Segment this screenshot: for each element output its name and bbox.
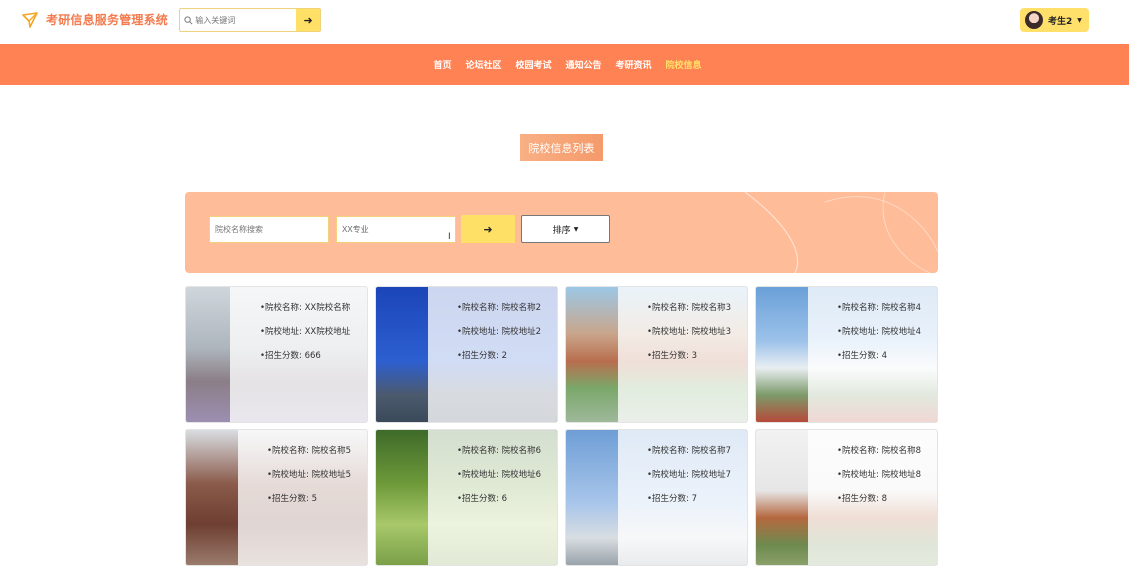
school-name: 院校名称: 院校名称7 xyxy=(647,439,731,463)
text-cursor-icon: I xyxy=(448,232,451,242)
school-info: 院校名称: XX院校名称 院校地址: XX院校地址 招生分数: 666 xyxy=(260,296,350,368)
school-card[interactable]: 院校名称: 院校名称3 院校地址: 院校地址3 招生分数: 3 xyxy=(565,286,748,423)
school-name: 院校名称: 院校名称2 xyxy=(457,296,541,320)
arrow-right-icon: ➜ xyxy=(303,14,313,27)
nav-item-exam[interactable]: 校园考试 xyxy=(515,58,551,71)
school-address: 院校地址: XX院校地址 xyxy=(260,320,350,344)
school-card[interactable]: 院校名称: 院校名称4 院校地址: 院校地址4 招生分数: 4 xyxy=(755,286,938,423)
school-score: 招生分数: 666 xyxy=(260,344,350,368)
header-search: ➜ xyxy=(179,8,321,32)
nav-item-forum[interactable]: 论坛社区 xyxy=(465,58,501,71)
school-score: 招生分数: 5 xyxy=(267,487,351,511)
main-nav: 首页 论坛社区 校园考试 通知公告 考研资讯 院校信息 xyxy=(0,44,1129,85)
nav-item-news[interactable]: 考研资讯 xyxy=(616,58,652,71)
nav-item-home[interactable]: 首页 xyxy=(433,58,451,71)
sort-label: 排序 xyxy=(552,225,571,236)
school-score: 招生分数: 6 xyxy=(457,487,541,511)
school-address: 院校地址: 院校地址6 xyxy=(457,463,541,487)
school-info: 院校名称: 院校名称7 院校地址: 院校地址7 招生分数: 7 xyxy=(647,439,731,511)
paper-plane-icon xyxy=(22,11,38,28)
school-name: 院校名称: 院校名称5 xyxy=(267,439,351,463)
filter-search-button[interactable]: ➜ xyxy=(461,215,515,243)
school-score: 招生分数: 4 xyxy=(837,344,921,368)
school-name: 院校名称: 院校名称4 xyxy=(837,296,921,320)
school-card[interactable]: 院校名称: 院校名称7 院校地址: 院校地址7 招生分数: 7 xyxy=(565,429,748,566)
school-address: 院校地址: 院校地址3 xyxy=(647,320,731,344)
school-info: 院校名称: 院校名称8 院校地址: 院校地址8 招生分数: 8 xyxy=(837,439,921,511)
user-name: 考生2 xyxy=(1048,16,1073,27)
school-name: 院校名称: XX院校名称 xyxy=(260,296,350,320)
top-bar: 考研信息服务管理系统 ➜ 考生2 ▼ xyxy=(0,0,1129,44)
logo[interactable]: 考研信息服务管理系统 xyxy=(22,11,168,28)
caret-down-icon: ▼ xyxy=(573,225,579,233)
nav-item-schools[interactable]: 院校信息 xyxy=(666,58,702,71)
school-score: 招生分数: 2 xyxy=(457,344,541,368)
avatar xyxy=(1025,11,1043,29)
major-input[interactable] xyxy=(336,216,456,243)
school-name: 院校名称: 院校名称8 xyxy=(837,439,921,463)
arrow-right-icon: ➜ xyxy=(483,222,493,236)
school-info: 院校名称: 院校名称5 院校地址: 院校地址5 招生分数: 5 xyxy=(267,439,351,511)
school-card[interactable]: 院校名称: 院校名称2 院校地址: 院校地址2 招生分数: 2 xyxy=(375,286,558,423)
school-name: 院校名称: 院校名称6 xyxy=(457,439,541,463)
school-address: 院校地址: 院校地址5 xyxy=(267,463,351,487)
school-score: 招生分数: 8 xyxy=(837,487,921,511)
user-menu[interactable]: 考生2 ▼ xyxy=(1020,8,1089,32)
school-card[interactable]: 院校名称: 院校名称8 院校地址: 院校地址8 招生分数: 8 xyxy=(755,429,938,566)
school-address: 院校地址: 院校地址4 xyxy=(837,320,921,344)
header-search-input[interactable] xyxy=(193,9,297,31)
school-info: 院校名称: 院校名称4 院校地址: 院校地址4 招生分数: 4 xyxy=(837,296,921,368)
school-address: 院校地址: 院校地址7 xyxy=(647,463,731,487)
school-address: 院校地址: 院校地址8 xyxy=(837,463,921,487)
school-card[interactable]: 院校名称: 院校名称6 院校地址: 院校地址6 招生分数: 6 xyxy=(375,429,558,566)
school-info: 院校名称: 院校名称2 院校地址: 院校地址2 招生分数: 2 xyxy=(457,296,541,368)
section-title: 院校信息列表 xyxy=(520,134,603,161)
school-card[interactable]: 院校名称: 院校名称5 院校地址: 院校地址5 招生分数: 5 xyxy=(185,429,368,566)
school-name: 院校名称: 院校名称3 xyxy=(647,296,731,320)
search-icon xyxy=(184,9,193,31)
school-address: 院校地址: 院校地址2 xyxy=(457,320,541,344)
school-score: 招生分数: 3 xyxy=(647,344,731,368)
nav-item-notice[interactable]: 通知公告 xyxy=(566,58,602,71)
school-name-search-input[interactable] xyxy=(209,216,329,243)
school-info: 院校名称: 院校名称3 院校地址: 院校地址3 招生分数: 3 xyxy=(647,296,731,368)
school-info: 院校名称: 院校名称6 院校地址: 院校地址6 招生分数: 6 xyxy=(457,439,541,511)
sort-dropdown[interactable]: 排序 ▼ xyxy=(521,215,610,243)
school-score: 招生分数: 7 xyxy=(647,487,731,511)
app-title: 考研信息服务管理系统 xyxy=(46,13,169,27)
caret-down-icon: ▼ xyxy=(1077,16,1082,24)
filter-panel: I ➜ 排序 ▼ xyxy=(185,192,938,273)
header-search-button[interactable]: ➜ xyxy=(296,9,320,31)
school-card[interactable]: 院校名称: XX院校名称 院校地址: XX院校地址 招生分数: 666 xyxy=(185,286,368,423)
